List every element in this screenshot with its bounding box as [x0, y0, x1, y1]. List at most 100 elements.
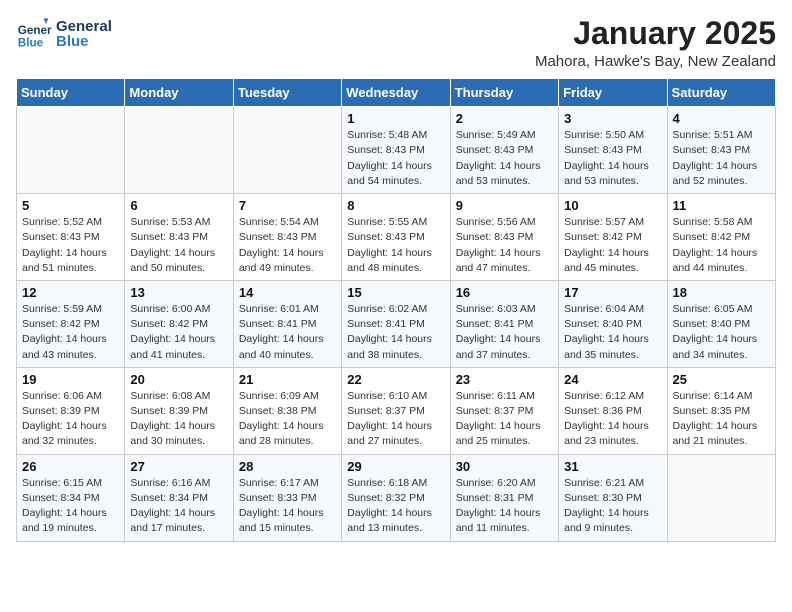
header-day-thursday: Thursday — [450, 79, 558, 107]
daylight-hours: Daylight: 14 hours — [239, 333, 324, 345]
sunrise: Sunrise: 5:57 AM — [564, 216, 644, 228]
day-info: Sunrise: 5:56 AMSunset: 8:43 PMDaylight:… — [456, 215, 553, 276]
day-info: Sunrise: 6:04 AMSunset: 8:40 PMDaylight:… — [564, 302, 661, 363]
sunset: Sunset: 8:43 PM — [456, 144, 534, 156]
daylight-minutes: and 35 minutes. — [564, 349, 639, 361]
day-info: Sunrise: 6:05 AMSunset: 8:40 PMDaylight:… — [673, 302, 770, 363]
sunset: Sunset: 8:43 PM — [564, 144, 642, 156]
daylight-minutes: and 41 minutes. — [130, 349, 205, 361]
calendar-cell: 10Sunrise: 5:57 AMSunset: 8:42 PMDayligh… — [559, 194, 667, 281]
day-number: 8 — [347, 198, 444, 213]
sunrise: Sunrise: 6:09 AM — [239, 390, 319, 402]
daylight-hours: Daylight: 14 hours — [564, 247, 649, 259]
day-info: Sunrise: 6:02 AMSunset: 8:41 PMDaylight:… — [347, 302, 444, 363]
day-info: Sunrise: 6:01 AMSunset: 8:41 PMDaylight:… — [239, 302, 336, 363]
sunset: Sunset: 8:39 PM — [130, 405, 208, 417]
daylight-minutes: and 23 minutes. — [564, 435, 639, 447]
day-number: 25 — [673, 372, 770, 387]
daylight-hours: Daylight: 14 hours — [347, 333, 432, 345]
day-info: Sunrise: 6:16 AMSunset: 8:34 PMDaylight:… — [130, 476, 227, 537]
calendar-cell: 26Sunrise: 6:15 AMSunset: 8:34 PMDayligh… — [17, 454, 125, 541]
daylight-minutes: and 27 minutes. — [347, 435, 422, 447]
sunrise: Sunrise: 6:00 AM — [130, 303, 210, 315]
day-info: Sunrise: 6:03 AMSunset: 8:41 PMDaylight:… — [456, 302, 553, 363]
header-day-saturday: Saturday — [667, 79, 775, 107]
sunset: Sunset: 8:43 PM — [347, 231, 425, 243]
day-info: Sunrise: 6:08 AMSunset: 8:39 PMDaylight:… — [130, 389, 227, 450]
daylight-hours: Daylight: 14 hours — [22, 420, 107, 432]
sunrise: Sunrise: 5:52 AM — [22, 216, 102, 228]
day-info: Sunrise: 5:54 AMSunset: 8:43 PMDaylight:… — [239, 215, 336, 276]
calendar-cell: 29Sunrise: 6:18 AMSunset: 8:32 PMDayligh… — [342, 454, 450, 541]
day-info: Sunrise: 6:21 AMSunset: 8:30 PMDaylight:… — [564, 476, 661, 537]
day-number: 28 — [239, 459, 336, 474]
daylight-minutes: and 40 minutes. — [239, 349, 314, 361]
day-number: 5 — [22, 198, 119, 213]
day-info: Sunrise: 5:55 AMSunset: 8:43 PMDaylight:… — [347, 215, 444, 276]
sunrise: Sunrise: 6:10 AM — [347, 390, 427, 402]
location-subtitle: Mahora, Hawke's Bay, New Zealand — [535, 53, 776, 70]
week-row-2: 5Sunrise: 5:52 AMSunset: 8:43 PMDaylight… — [17, 194, 776, 281]
sunset: Sunset: 8:42 PM — [130, 318, 208, 330]
calendar-cell: 30Sunrise: 6:20 AMSunset: 8:31 PMDayligh… — [450, 454, 558, 541]
calendar-cell: 2Sunrise: 5:49 AMSunset: 8:43 PMDaylight… — [450, 107, 558, 194]
sunset: Sunset: 8:43 PM — [456, 231, 534, 243]
logo-line2: Blue — [56, 33, 112, 50]
day-number: 10 — [564, 198, 661, 213]
daylight-hours: Daylight: 14 hours — [22, 507, 107, 519]
daylight-hours: Daylight: 14 hours — [347, 420, 432, 432]
day-info: Sunrise: 5:53 AMSunset: 8:43 PMDaylight:… — [130, 215, 227, 276]
day-info: Sunrise: 5:51 AMSunset: 8:43 PMDaylight:… — [673, 128, 770, 189]
daylight-hours: Daylight: 14 hours — [564, 333, 649, 345]
calendar-table: SundayMondayTuesdayWednesdayThursdayFrid… — [16, 78, 776, 541]
calendar-cell: 9 Sunrise: 5:56 AMSunset: 8:43 PMDaylight… — [450, 194, 558, 281]
sunset: Sunset: 8:42 PM — [673, 231, 751, 243]
day-number: 19 — [22, 372, 119, 387]
daylight-hours: Daylight: 14 hours — [456, 420, 541, 432]
daylight-hours: Daylight: 14 hours — [564, 420, 649, 432]
day-info: Sunrise: 5:49 AMSunset: 8:43 PMDaylight:… — [456, 128, 553, 189]
daylight-hours: Daylight: 14 hours — [456, 507, 541, 519]
calendar-cell: 16Sunrise: 6:03 AMSunset: 8:41 PMDayligh… — [450, 280, 558, 367]
day-number: 12 — [22, 285, 119, 300]
day-info: Sunrise: 6:18 AMSunset: 8:32 PMDaylight:… — [347, 476, 444, 537]
calendar-cell: 17 Sunrise: 6:04 AMSunset: 8:40 PMDayligh… — [559, 280, 667, 367]
sunset: Sunset: 8:30 PM — [564, 492, 642, 504]
sunset: Sunset: 8:40 PM — [564, 318, 642, 330]
day-info: Sunrise: 5:50 AMSunset: 8:43 PMDaylight:… — [564, 128, 661, 189]
calendar-cell: 14Sunrise: 6:01 AMSunset: 8:41 PMDayligh… — [233, 280, 341, 367]
day-number: 11 — [673, 198, 770, 213]
day-info: Sunrise: 6:11 AMSunset: 8:37 PMDaylight:… — [456, 389, 553, 450]
day-number: 4 — [673, 111, 770, 126]
daylight-minutes: and 11 minutes. — [456, 522, 530, 534]
calendar-cell: 22Sunrise: 6:10 AMSunset: 8:37 PMDayligh… — [342, 367, 450, 454]
calendar-cell: 21Sunrise: 6:09 AMSunset: 8:38 PMDayligh… — [233, 367, 341, 454]
sunrise: Sunrise: 6:15 AM — [22, 477, 102, 489]
header-day-sunday: Sunday — [17, 79, 125, 107]
daylight-hours: Daylight: 14 hours — [347, 507, 432, 519]
calendar-cell: 25Sunrise: 6:14 AMSunset: 8:35 PMDayligh… — [667, 367, 775, 454]
day-info: Sunrise: 5:52 AMSunset: 8:43 PMDaylight:… — [22, 215, 119, 276]
daylight-hours: Daylight: 14 hours — [22, 247, 107, 259]
svg-text:General: General — [18, 24, 52, 37]
sunrise: Sunrise: 6:16 AM — [130, 477, 210, 489]
daylight-minutes: and 30 minutes. — [130, 435, 205, 447]
sunrise: Sunrise: 5:58 AM — [673, 216, 753, 228]
sunset: Sunset: 8:31 PM — [456, 492, 534, 504]
day-info: Sunrise: 6:10 AMSunset: 8:37 PMDaylight:… — [347, 389, 444, 450]
day-number: 27 — [130, 459, 227, 474]
daylight-minutes: and 28 minutes. — [239, 435, 314, 447]
calendar-header: SundayMondayTuesdayWednesdayThursdayFrid… — [17, 79, 776, 107]
day-number: 17 — [564, 285, 661, 300]
sunrise: Sunrise: 5:51 AM — [673, 129, 753, 141]
sunrise: Sunrise: 5:53 AM — [130, 216, 210, 228]
sunset: Sunset: 8:43 PM — [130, 231, 208, 243]
daylight-minutes: and 15 minutes. — [239, 522, 314, 534]
sunrise: Sunrise: 6:14 AM — [673, 390, 753, 402]
daylight-hours: Daylight: 14 hours — [239, 247, 324, 259]
calendar-cell: 3Sunrise: 5:50 AMSunset: 8:43 PMDaylight… — [559, 107, 667, 194]
day-number: 6 — [130, 198, 227, 213]
day-number: 7 — [239, 198, 336, 213]
day-number: 9 — [456, 198, 553, 213]
daylight-minutes: and 21 minutes. — [673, 435, 748, 447]
